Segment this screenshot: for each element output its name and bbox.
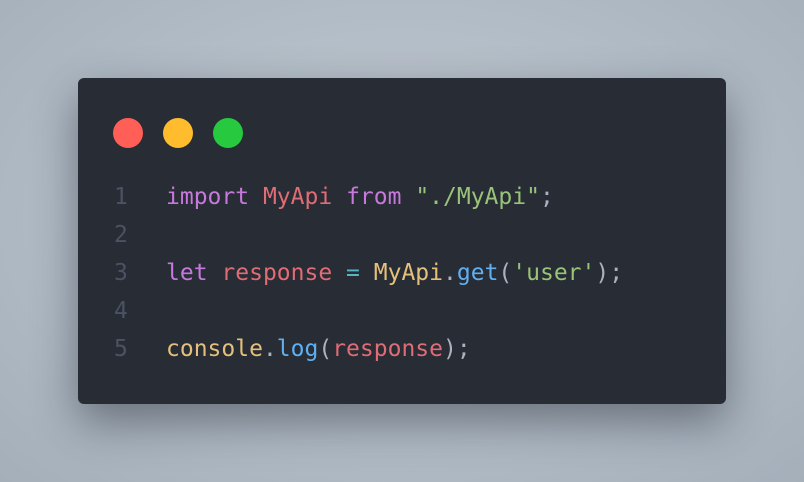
line-number: 4 [114,298,128,324]
code-token-plain: ; [539,184,554,210]
code-window: 1 import MyApi from "./MyApi"; 2 3 let respo… [78,78,726,404]
code-token-plain: ( [498,260,513,286]
minimize-dot-icon[interactable] [163,118,193,148]
maximize-dot-icon[interactable] [213,118,243,148]
code-token-keyword: from [346,184,402,210]
code-block: 1 import MyApi from "./MyApi"; 2 3 let respo… [78,178,726,368]
code-line: 1 import MyApi from "./MyApi"; [78,178,726,216]
line-number: 2 [114,222,128,248]
code-token-class-name: MyApi [373,260,444,286]
code-token-method: get [456,260,499,286]
code-token-plain: ( [318,336,333,362]
code-text: import MyApi from "./MyApi"; [166,178,554,216]
code-line: 3 let response = MyApi.get('user'); [78,254,726,292]
code-token-operator: = [346,260,360,286]
code-token-plain: . [262,336,277,362]
code-token-identifier: response [332,336,443,362]
code-token-string: 'user' [512,260,596,286]
code-token-identifier: response [221,260,333,286]
code-token-plain: ); [442,336,471,362]
code-token-identifier: MyApi [262,184,333,210]
line-number: 1 [114,184,128,210]
code-text: console.log(response); [166,330,471,368]
code-line: 5 console.log(response); [78,330,726,368]
close-dot-icon[interactable] [113,118,143,148]
code-token-plain: . [443,260,457,286]
code-token-plain: ); [595,260,624,286]
code-token-class-name: console [166,336,263,362]
code-token-method: log [276,336,319,362]
code-text: let response = MyApi.get('user'); [166,254,623,292]
code-token-string: "./MyApi" [415,184,540,210]
code-line: 4 [78,292,726,330]
line-number: 5 [114,336,128,362]
code-token-keyword: import [166,184,250,210]
code-token-keyword: let [166,260,208,286]
code-line: 2 [78,216,726,254]
line-number: 3 [114,260,128,286]
